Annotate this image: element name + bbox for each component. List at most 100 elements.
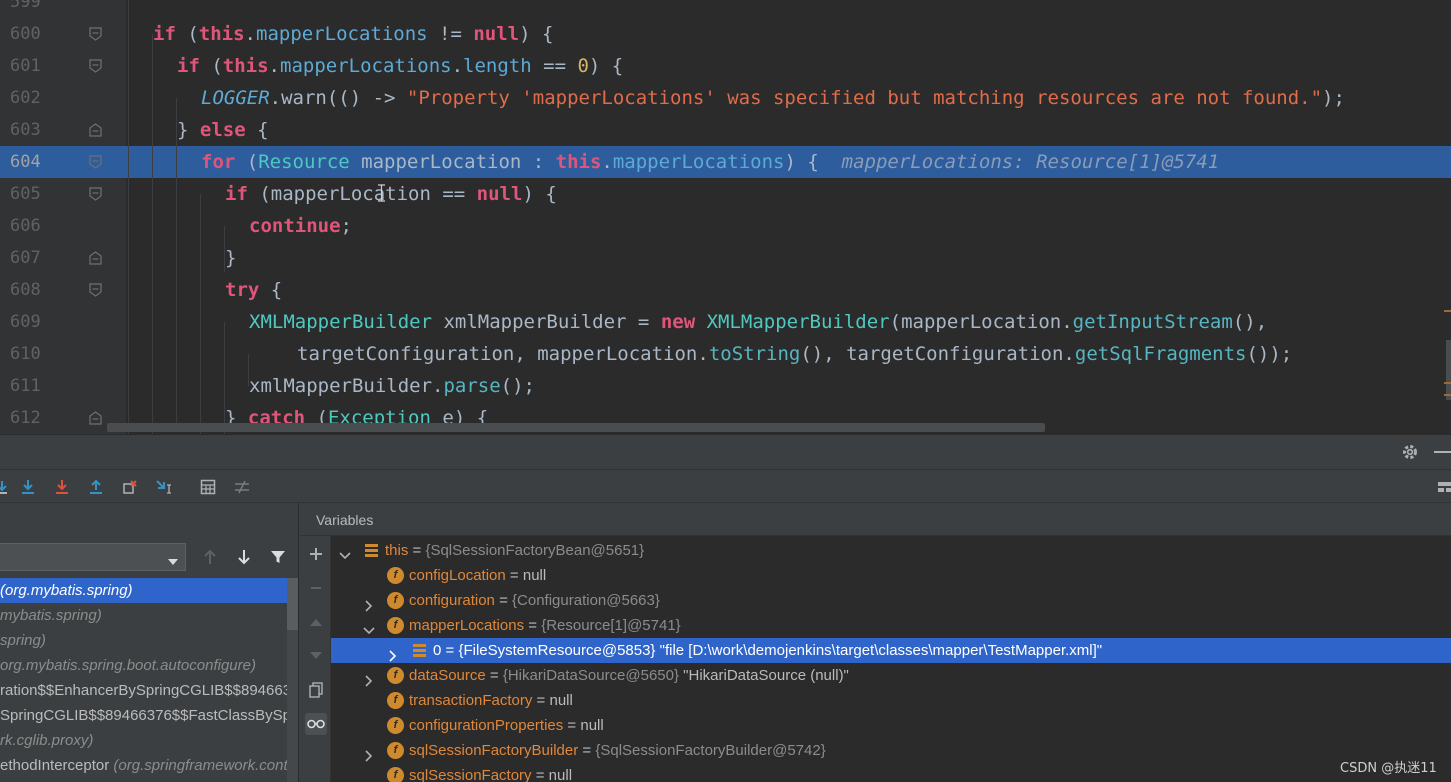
fold-marker-icon[interactable] bbox=[89, 155, 102, 169]
line-number[interactable]: 612 bbox=[10, 402, 50, 434]
error-stripe-marker[interactable] bbox=[1444, 382, 1451, 384]
code-text[interactable]: xmlMapperBuilder.parse(); bbox=[249, 370, 535, 402]
stack-frame[interactable]: mybatis.spring) bbox=[0, 603, 290, 628]
line-number[interactable]: 602 bbox=[10, 82, 50, 114]
code-text[interactable]: if (this.mapperLocations != null) { bbox=[153, 18, 553, 50]
minimize-icon[interactable] bbox=[1434, 451, 1451, 453]
evaluate-icon[interactable] bbox=[198, 478, 218, 496]
run-to-cursor-icon[interactable] bbox=[154, 478, 174, 496]
line-number[interactable]: 608 bbox=[10, 274, 50, 306]
editor-vertical-scrollbar[interactable] bbox=[1446, 340, 1451, 400]
editor-horizontal-scrollbar[interactable] bbox=[107, 423, 1045, 432]
code-line[interactable]: 601 if (this.mapperLocations.length == 0)… bbox=[0, 50, 1451, 82]
filter-icon[interactable] bbox=[268, 547, 288, 567]
variable-row[interactable]: f transactionFactory = null bbox=[331, 688, 1451, 713]
variable-row[interactable]: f sqlSessionFactory = null bbox=[331, 763, 1451, 782]
step-into-icon[interactable] bbox=[18, 478, 38, 496]
error-stripe-marker[interactable] bbox=[1444, 310, 1451, 312]
chevron-down-icon[interactable] bbox=[363, 620, 375, 635]
stack-frame[interactable]: spring) bbox=[0, 628, 290, 653]
chevron-right-icon[interactable] bbox=[363, 670, 375, 687]
frames-scrollbar-thumb[interactable] bbox=[287, 578, 298, 630]
code-text[interactable]: continue; bbox=[249, 210, 352, 242]
fold-marker-icon[interactable] bbox=[89, 123, 102, 137]
variable-row[interactable]: 0 = {FileSystemResource@5853} "file [D:\… bbox=[331, 638, 1451, 663]
code-line[interactable]: 611 xmlMapperBuilder.parse(); bbox=[0, 370, 1451, 402]
copy-icon[interactable] bbox=[305, 679, 327, 701]
variable-row[interactable]: f configurationProperties = null bbox=[331, 713, 1451, 738]
stack-frame[interactable]: ration$$EnhancerBySpringCGLIB$$89466376 bbox=[0, 678, 290, 703]
chevron-right-icon[interactable] bbox=[387, 645, 399, 662]
frames-scrollbar-track[interactable] bbox=[287, 630, 298, 782]
code-line[interactable]: 609 XMLMapperBuilder xmlMapperBuilder = n… bbox=[0, 306, 1451, 338]
code-line[interactable]: 600 if (this.mapperLocations != null) { bbox=[0, 18, 1451, 50]
code-text[interactable]: try { bbox=[225, 274, 282, 306]
code-line[interactable]: 606 continue; bbox=[0, 210, 1451, 242]
code-text[interactable]: if (mapperLocation == null) { bbox=[225, 178, 557, 210]
move-down-icon[interactable] bbox=[305, 645, 327, 667]
code-text[interactable]: } else { bbox=[177, 114, 269, 146]
layout-icon[interactable] bbox=[1435, 478, 1451, 496]
variable-row[interactable]: f dataSource = {HikariDataSource@5650} "H… bbox=[331, 663, 1451, 688]
remove-watch-icon[interactable] bbox=[305, 577, 327, 599]
line-number[interactable]: 609 bbox=[10, 306, 50, 338]
variable-row[interactable]: f sqlSessionFactoryBuilder = {SqlSessionF… bbox=[331, 738, 1451, 763]
drop-frame-icon[interactable] bbox=[120, 478, 140, 496]
variable-row[interactable]: this = {SqlSessionFactoryBean@5651} bbox=[331, 538, 1451, 563]
code-line[interactable]: 602 LOGGER.warn(() -> "Property 'mapperLo… bbox=[0, 82, 1451, 114]
chevron-right-icon[interactable] bbox=[363, 595, 375, 612]
step-out-icon[interactable] bbox=[86, 478, 106, 496]
error-stripe-marker[interactable] bbox=[1444, 394, 1451, 396]
trace-icon[interactable] bbox=[232, 478, 252, 496]
code-text[interactable]: XMLMapperBuilder xmlMapperBuilder = new … bbox=[249, 306, 1267, 338]
line-number[interactable]: 604 bbox=[10, 146, 50, 178]
stack-frame[interactable]: ethodInterceptor (org.springframework.co… bbox=[0, 753, 290, 778]
line-number[interactable]: 600 bbox=[10, 18, 50, 50]
code-line[interactable]: 607} bbox=[0, 242, 1451, 274]
line-number[interactable]: 606 bbox=[10, 210, 50, 242]
current-execution-line[interactable]: 604 for (Resource mapperLocation : this.m… bbox=[0, 146, 1451, 178]
chevron-down-icon[interactable] bbox=[339, 545, 351, 560]
code-text[interactable]: if (this.mapperLocations.length == 0) { bbox=[177, 50, 623, 82]
move-up-icon[interactable] bbox=[305, 611, 327, 633]
code-line[interactable]: 603 } else { bbox=[0, 114, 1451, 146]
fold-marker-icon[interactable] bbox=[89, 27, 102, 41]
stack-frame[interactable]: org.mybatis.spring.boot.autoconfigure) bbox=[0, 653, 290, 678]
code-text[interactable]: } bbox=[225, 242, 236, 274]
line-number[interactable]: 607 bbox=[10, 242, 50, 274]
line-number[interactable]: 605 bbox=[10, 178, 50, 210]
previous-frame-icon[interactable] bbox=[200, 547, 220, 567]
stack-frame[interactable]: SpringCGLIB$$89466376$$FastClassBySpring… bbox=[0, 703, 290, 728]
code-line[interactable]: 610 targetConfiguration, mapperLocation.t… bbox=[0, 338, 1451, 370]
code-line[interactable]: 605 if (mapperLocation == null) { bbox=[0, 178, 1451, 210]
stack-frame[interactable]: rk.cglib.proxy) bbox=[0, 728, 290, 753]
add-watch-icon[interactable] bbox=[305, 543, 327, 565]
step-over-icon[interactable] bbox=[0, 478, 12, 496]
line-number[interactable]: 610 bbox=[10, 338, 50, 370]
fold-marker-icon[interactable] bbox=[89, 251, 102, 265]
fold-marker-icon[interactable] bbox=[89, 187, 102, 201]
code-line[interactable]: 599 bbox=[0, 0, 1451, 18]
next-frame-icon[interactable] bbox=[234, 547, 254, 567]
chevron-right-icon[interactable] bbox=[363, 745, 375, 762]
code-text[interactable]: for (Resource mapperLocation : this.mapp… bbox=[201, 146, 1219, 178]
fold-marker-icon[interactable] bbox=[89, 59, 102, 73]
code-line[interactable]: 608 try { bbox=[0, 274, 1451, 306]
thread-selector[interactable] bbox=[0, 543, 186, 571]
settings-gear-icon[interactable] bbox=[1401, 443, 1419, 465]
line-number[interactable]: 601 bbox=[10, 50, 50, 82]
variable-row[interactable]: f mapperLocations = {Resource[1]@5741} bbox=[331, 613, 1451, 638]
fold-marker-icon[interactable] bbox=[89, 411, 102, 425]
line-number[interactable]: 611 bbox=[10, 370, 50, 402]
variable-row[interactable]: f configuration = {Configuration@5663} bbox=[331, 588, 1451, 613]
show-watches-icon[interactable] bbox=[305, 713, 327, 735]
stack-frame[interactable]: (org.mybatis.spring) bbox=[0, 578, 290, 603]
variable-row[interactable]: f configLocation = null bbox=[331, 563, 1451, 588]
line-number[interactable]: 603 bbox=[10, 114, 50, 146]
fold-marker-icon[interactable] bbox=[89, 283, 102, 297]
force-step-into-icon[interactable] bbox=[52, 478, 72, 496]
line-number[interactable]: 599 bbox=[10, 0, 50, 18]
code-text[interactable]: targetConfiguration, mapperLocation.toSt… bbox=[297, 338, 1292, 370]
code-editor[interactable]: 599 600 if (this.mapperLocations != null) … bbox=[0, 0, 1451, 434]
code-text[interactable]: LOGGER.warn(() -> "Property 'mapperLocat… bbox=[201, 82, 1345, 114]
